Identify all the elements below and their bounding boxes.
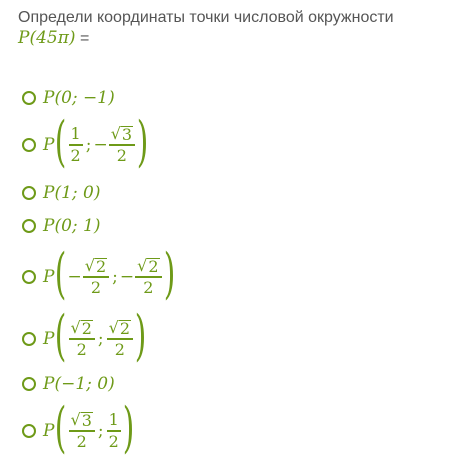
- radio-button[interactable]: [22, 91, 36, 105]
- answer-options: P(0; −1) P ( 1 2 ; − √ 3 2 ) P(1; 0) P(0…: [0, 0, 473, 475]
- left-paren: (: [55, 110, 67, 173]
- minus-sign: −: [93, 135, 108, 155]
- fraction-denominator: 2: [114, 339, 125, 359]
- answer-label: P ( √ 3 2 ; 1 2 ): [43, 396, 135, 459]
- left-paren: (: [55, 304, 67, 367]
- fraction: √ 3 2: [108, 125, 136, 165]
- radicand: 2: [80, 319, 93, 339]
- fraction-denominator: 2: [90, 277, 102, 297]
- answer-expression: P(0; −1): [43, 88, 115, 108]
- answer-expression: P(1; 0): [43, 183, 101, 203]
- sqrt-symbol: √ 3: [110, 124, 134, 145]
- separator: ;: [112, 267, 118, 287]
- right-paren: ): [122, 396, 135, 459]
- fraction-numerator: √ 3: [109, 125, 135, 144]
- fraction-numerator: 1: [108, 410, 119, 430]
- answer-label: P ( − √ 2 2 ; − √ 2 2 ): [43, 242, 176, 305]
- sqrt-symbol: √ 2: [84, 256, 108, 277]
- right-paren: ): [163, 242, 175, 305]
- fraction: 1 2: [68, 124, 83, 165]
- answer-label: P(0; −1): [43, 88, 115, 108]
- radio-button[interactable]: [22, 138, 36, 152]
- sqrt-symbol: √ 3: [70, 410, 93, 431]
- fraction-numerator: √ 2: [107, 319, 133, 338]
- left-paren: (: [55, 396, 67, 459]
- fraction-numerator: √ 2: [135, 257, 161, 276]
- fraction-numerator: √ 3: [69, 411, 95, 430]
- radio-button[interactable]: [22, 377, 36, 391]
- fraction-denominator: 2: [108, 431, 119, 451]
- point-letter: P: [43, 329, 55, 349]
- minus-sign: −: [119, 267, 135, 287]
- fraction: √ 2 2: [106, 319, 134, 359]
- answer-option-8[interactable]: P ( √ 3 2 ; 1 2 ): [22, 396, 135, 459]
- answer-label: P(0; 1): [43, 216, 100, 236]
- separator: ;: [97, 329, 104, 349]
- fraction-denominator: 2: [76, 431, 87, 451]
- answer-label: P ( √ 2 2 ; √ 2 2 ): [43, 304, 147, 367]
- point-letter: P: [43, 421, 55, 441]
- fraction-numerator: 1: [70, 124, 81, 144]
- point-letter: P: [43, 267, 55, 287]
- fraction-numerator: √ 2: [69, 319, 95, 338]
- fraction: √ 3 2: [68, 411, 95, 451]
- radicand: 2: [147, 257, 160, 277]
- fraction: √ 2 2: [82, 257, 110, 297]
- right-paren: ): [136, 110, 149, 173]
- sqrt-symbol: √ 2: [137, 256, 160, 277]
- answer-expression: P(−1; 0): [43, 374, 115, 394]
- right-paren: ): [134, 304, 147, 367]
- answer-option-2[interactable]: P ( 1 2 ; − √ 3 2 ): [22, 110, 149, 173]
- radio-button[interactable]: [22, 219, 36, 233]
- answer-option-5[interactable]: P ( − √ 2 2 ; − √ 2 2 ): [22, 242, 176, 305]
- fraction: √ 2 2: [135, 257, 162, 297]
- radio-button[interactable]: [22, 186, 36, 200]
- fraction-denominator: 2: [76, 339, 87, 359]
- left-paren: (: [55, 242, 67, 305]
- answer-option-7[interactable]: P(−1; 0): [22, 374, 115, 394]
- answer-option-6[interactable]: P ( √ 2 2 ; √ 2 2 ): [22, 304, 147, 367]
- point-letter: P: [43, 135, 55, 155]
- radio-button[interactable]: [22, 424, 36, 438]
- separator: ;: [85, 135, 92, 155]
- answer-expression: P(0; 1): [43, 216, 101, 236]
- fraction-denominator: 2: [70, 145, 81, 165]
- answer-option-1[interactable]: P(0; −1): [22, 88, 115, 108]
- fraction-denominator: 2: [116, 145, 127, 165]
- fraction: 1 2: [106, 410, 121, 451]
- radicand: 2: [118, 319, 132, 339]
- fraction-numerator: √ 2: [83, 257, 109, 276]
- answer-label: P ( 1 2 ; − √ 3 2 ): [43, 110, 149, 173]
- radicand: 2: [94, 257, 108, 277]
- minus-sign: −: [67, 267, 82, 287]
- radio-button[interactable]: [22, 270, 36, 284]
- radio-button[interactable]: [22, 332, 36, 346]
- radicand: 3: [80, 411, 93, 431]
- separator: ;: [97, 421, 104, 441]
- radicand: 3: [120, 125, 134, 145]
- fraction: √ 2 2: [68, 319, 95, 359]
- sqrt-symbol: √ 2: [108, 318, 132, 339]
- answer-option-3[interactable]: P(1; 0): [22, 183, 100, 203]
- fraction-denominator: 2: [143, 277, 154, 297]
- answer-label: P(−1; 0): [43, 374, 115, 394]
- answer-label: P(1; 0): [43, 183, 100, 203]
- answer-option-4[interactable]: P(0; 1): [22, 216, 100, 236]
- sqrt-symbol: √ 2: [70, 318, 93, 339]
